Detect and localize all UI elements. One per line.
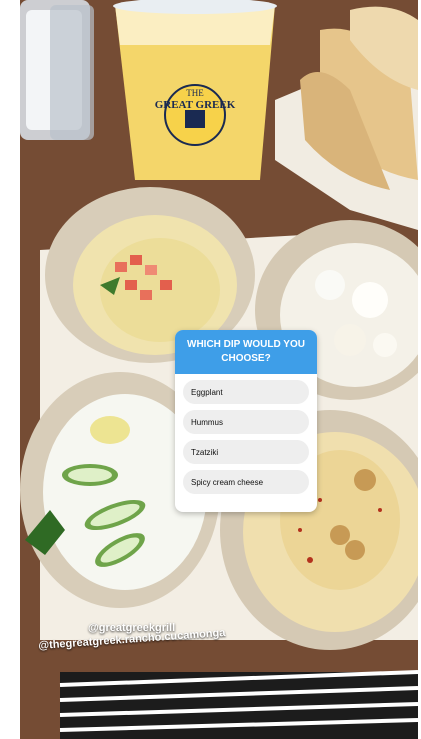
story-frame: THE GREAT GREEK @greatgreekgrill @thegre… bbox=[0, 0, 421, 739]
poll-question: WHICH DIP WOULD YOU CHOOSE? bbox=[175, 330, 317, 374]
poll-option-spicy-cream-cheese[interactable]: Spicy cream cheese bbox=[183, 470, 309, 494]
cup-logo-line2: GREAT GREEK bbox=[155, 99, 236, 111]
poll-option-tzatziki[interactable]: Tzatziki bbox=[183, 440, 309, 464]
poll-option-hummus[interactable]: Hummus bbox=[183, 410, 309, 434]
juice-cup: THE GREAT GREEK bbox=[113, 0, 277, 180]
poll-sticker: WHICH DIP WOULD YOU CHOOSE? Eggplant Hum… bbox=[175, 330, 317, 512]
striped-shirt bbox=[59, 670, 418, 739]
cup-logo-line1: THE bbox=[186, 88, 204, 98]
poll-option-eggplant[interactable]: Eggplant bbox=[183, 380, 309, 404]
